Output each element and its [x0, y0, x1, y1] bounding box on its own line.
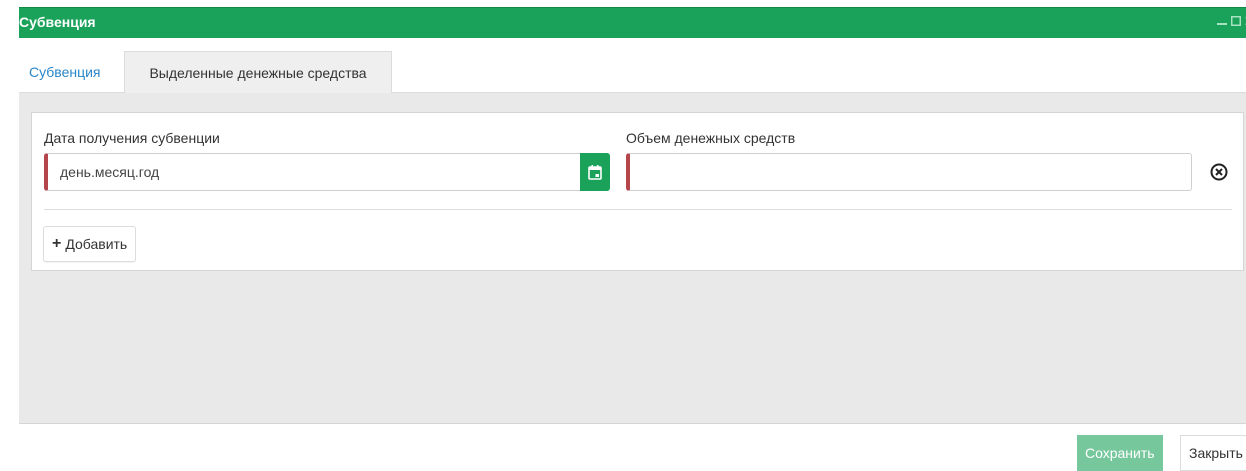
tab-allocated-funds[interactable]: Выделенные денежные средства	[124, 51, 392, 94]
dialog-footer: Сохранить Закрыть	[19, 423, 1246, 471]
window-controls	[1216, 14, 1246, 28]
funds-entry-panel: Дата получения субвенции Объем денежных …	[31, 112, 1244, 271]
date-field-label: Дата получения субвенции	[44, 130, 220, 146]
calendar-button[interactable]	[580, 153, 610, 191]
subvention-dialog: Субвенция Субвенция Выделенные денежные …	[0, 0, 1246, 471]
add-row-label: Добавить	[65, 236, 128, 252]
window-titlebar[interactable]: Субвенция	[19, 7, 1246, 38]
amount-input[interactable]	[630, 154, 1191, 190]
date-field	[44, 153, 610, 191]
maximize-icon[interactable]	[1230, 14, 1242, 28]
add-row-button[interactable]: + Добавить	[43, 226, 137, 262]
remove-row-button[interactable]	[1209, 162, 1229, 182]
tab-strip: Субвенция Выделенные денежные средства	[19, 38, 1246, 94]
window-title: Субвенция	[19, 14, 96, 30]
calendar-icon	[588, 164, 602, 180]
tab-content-area: Дата получения субвенции Объем денежных …	[19, 93, 1246, 423]
amount-field	[626, 153, 1192, 191]
minimize-icon[interactable]	[1216, 14, 1228, 28]
tab-subvention[interactable]: Субвенция	[19, 51, 111, 93]
remove-circle-icon	[1210, 163, 1228, 181]
amount-field-label: Объем денежных средств	[626, 130, 796, 146]
plus-icon: +	[52, 235, 62, 252]
row-divider	[44, 209, 1232, 210]
date-input[interactable]	[48, 154, 609, 190]
